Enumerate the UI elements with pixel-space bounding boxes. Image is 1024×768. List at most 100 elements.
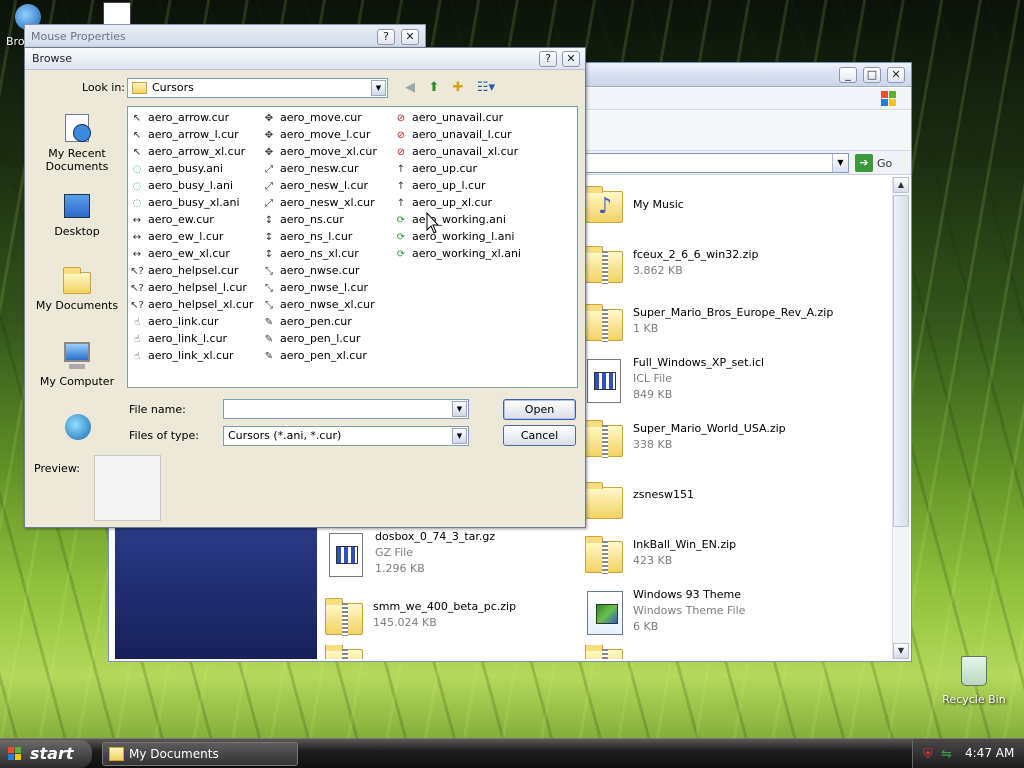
- list-item[interactable]: ↔ aero_ew.cur: [130, 211, 214, 228]
- network-icon[interactable]: ⇋: [941, 747, 952, 762]
- list-item[interactable]: zsnesw151: [583, 477, 863, 537]
- browse-title-bar[interactable]: Browse ? ✕: [25, 48, 585, 70]
- scroll-down-arrow-icon[interactable]: ▼: [893, 643, 909, 659]
- place-my-documents[interactable]: My Documents: [31, 264, 123, 312]
- list-item-partial[interactable]: [323, 645, 369, 659]
- list-item[interactable]: ◌ aero_busy_xl.ani: [130, 194, 240, 211]
- list-item[interactable]: InkBall_Win_EN.zip 423 KB: [583, 531, 863, 591]
- list-item[interactable]: ☝ aero_link_l.cur: [130, 330, 227, 347]
- list-item[interactable]: ↕ aero_ns.cur: [262, 211, 344, 228]
- list-item[interactable]: ⊘ aero_unavail_l.cur: [394, 126, 512, 143]
- list-item[interactable]: ⤡ aero_nwse_l.cur: [262, 279, 368, 296]
- open-button[interactable]: Open: [503, 399, 576, 420]
- desktop-icon-recycle-bin[interactable]: Recycle Bin: [938, 656, 1010, 706]
- list-item[interactable]: ✎ aero_pen_xl.cur: [262, 347, 367, 364]
- list-item[interactable]: ↖? aero_helpsel.cur: [130, 262, 238, 279]
- files-of-type-select[interactable]: Cursors (*.ani, *.cur) ▼: [223, 426, 469, 446]
- list-item[interactable]: My Music: [583, 181, 863, 241]
- list-item[interactable]: ✎ aero_pen.cur: [262, 313, 352, 330]
- file-name-input[interactable]: ▼: [223, 399, 469, 419]
- list-item[interactable]: ↖? aero_helpsel_xl.cur: [130, 296, 253, 313]
- taskbar-item-my-documents[interactable]: My Documents: [102, 742, 298, 766]
- cursor-file-icon: ↖?: [130, 266, 144, 277]
- place-label: My Recent Documents: [45, 147, 109, 173]
- list-item[interactable]: ↑ aero_up_xl.cur: [394, 194, 492, 211]
- file-name: aero_unavail_l.cur: [412, 128, 512, 141]
- list-item[interactable]: ⤢ aero_nesw_l.cur: [262, 177, 368, 194]
- cancel-button[interactable]: Cancel: [503, 425, 576, 446]
- start-button[interactable]: start: [0, 740, 92, 768]
- file-list[interactable]: ↖ aero_arrow.cur ↖ aero_arrow_l.cur ↖ aero_ar…: [127, 106, 578, 388]
- vertical-scrollbar[interactable]: ▲ ▼: [892, 177, 909, 659]
- chevron-down-icon[interactable]: ▼: [371, 80, 386, 96]
- file-name: aero_arrow_l.cur: [148, 128, 239, 141]
- chevron-down-icon[interactable]: ▼: [452, 428, 467, 444]
- place-desktop[interactable]: Desktop: [31, 190, 123, 238]
- list-item[interactable]: ↖ aero_arrow_xl.cur: [130, 143, 245, 160]
- list-item[interactable]: ◌ aero_busy.ani: [130, 160, 223, 177]
- list-item[interactable]: Windows 93 Theme Windows Theme File 6 KB: [583, 587, 863, 647]
- go-arrow-icon: ➔: [855, 154, 873, 172]
- close-button[interactable]: ✕: [887, 67, 905, 83]
- list-item[interactable]: ⤢ aero_nesw.cur: [262, 160, 359, 177]
- list-item[interactable]: ☝ aero_link_xl.cur: [130, 347, 234, 364]
- list-item[interactable]: ☝ aero_link.cur: [130, 313, 219, 330]
- new-folder-icon[interactable]: ✚: [449, 79, 467, 97]
- list-item[interactable]: ↖? aero_helpsel_l.cur: [130, 279, 247, 296]
- list-item[interactable]: ↕ aero_ns_l.cur: [262, 228, 353, 245]
- security-shield-icon[interactable]: ⛨: [923, 747, 933, 762]
- list-item[interactable]: ◌ aero_busy_l.ani: [130, 177, 233, 194]
- list-item[interactable]: ↖ aero_arrow_l.cur: [130, 126, 239, 143]
- help-button[interactable]: ?: [377, 29, 395, 45]
- maximize-button[interactable]: □: [863, 67, 881, 83]
- list-item[interactable]: Full_Windows_XP_set.icl ICL File 849 KB: [583, 355, 863, 415]
- place-my-recent-documents[interactable]: My Recent Documents: [31, 112, 123, 173]
- list-item[interactable]: ⤡ aero_nwse_xl.cur: [262, 296, 375, 313]
- list-item[interactable]: ↔ aero_ew_xl.cur: [130, 245, 230, 262]
- list-item[interactable]: Super_Mario_Bros_Europe_Rev_A.zip 1 KB: [583, 299, 883, 359]
- list-item[interactable]: smm_we_400_beta_pc.zip 145.024 KB: [323, 593, 573, 653]
- browse-dialog: Browse ? ✕ Look in: Cursors ▼ ◀ ⬆ ✚ ☷▾ M…: [24, 47, 586, 528]
- list-item[interactable]: ⟳ aero_working_l.ani: [394, 228, 515, 245]
- cursor-file-icon: ↑: [396, 198, 406, 209]
- scroll-up-arrow-icon[interactable]: ▲: [893, 177, 909, 193]
- list-item[interactable]: ⟳ aero_working_xl.ani: [394, 245, 521, 262]
- list-item[interactable]: dosbox_0_74_3_tar.gz GZ File 1.296 KB: [325, 529, 575, 589]
- list-item[interactable]: ⤡ aero_nwse.cur: [262, 262, 360, 279]
- chevron-down-icon[interactable]: ▼: [452, 401, 467, 417]
- list-item-partial[interactable]: [583, 645, 629, 659]
- list-item[interactable]: ↑ aero_up_l.cur: [394, 177, 486, 194]
- list-item[interactable]: ↖ aero_arrow.cur: [130, 109, 229, 126]
- scroll-thumb[interactable]: [893, 195, 909, 527]
- place-my-network-places[interactable]: [31, 412, 123, 447]
- list-item[interactable]: ⊘ aero_unavail_xl.cur: [394, 143, 518, 160]
- list-item[interactable]: fceux_2_6_6_win32.zip 3.862 KB: [583, 241, 863, 301]
- go-button[interactable]: ➔ Go: [855, 153, 892, 173]
- list-item[interactable]: ✥ aero_move_xl.cur: [262, 143, 377, 160]
- look-in-select[interactable]: Cursors ▼: [127, 78, 388, 98]
- list-item[interactable]: ↕ aero_ns_xl.cur: [262, 245, 359, 262]
- list-item[interactable]: ↑ aero_up.cur: [394, 160, 477, 177]
- address-input[interactable]: ▼: [585, 153, 849, 173]
- up-folder-icon[interactable]: ⬆: [425, 79, 443, 97]
- cursor-file-icon: ✥: [264, 113, 274, 124]
- place-my-computer[interactable]: My Computer: [31, 340, 123, 388]
- list-item[interactable]: ✎ aero_pen_l.cur: [262, 330, 361, 347]
- look-in-value: Cursors: [152, 81, 194, 94]
- view-menu-icon[interactable]: ☷▾: [473, 79, 499, 97]
- list-item[interactable]: ✥ aero_move.cur: [262, 109, 362, 126]
- places-bar: My Recent Documents Desktop My Documents…: [31, 108, 123, 458]
- list-item[interactable]: ✥ aero_move_l.cur: [262, 126, 371, 143]
- minimize-button[interactable]: _: [839, 67, 857, 83]
- back-icon[interactable]: ◀: [401, 79, 419, 97]
- list-item[interactable]: Super_Mario_World_USA.zip 338 KB: [583, 415, 863, 475]
- list-item[interactable]: ⤢ aero_nesw_xl.cur: [262, 194, 375, 211]
- close-button[interactable]: ✕: [562, 51, 580, 67]
- list-item[interactable]: ⊘ aero_unavail.cur: [394, 109, 503, 126]
- chevron-down-icon[interactable]: ▼: [832, 154, 848, 172]
- cursor-file-icon: ⟳: [396, 249, 406, 260]
- help-button[interactable]: ?: [539, 51, 557, 67]
- close-button[interactable]: ✕: [401, 29, 419, 45]
- list-item[interactable]: ↔ aero_ew_l.cur: [130, 228, 224, 245]
- list-item[interactable]: ⟳ aero_working.ani: [394, 211, 506, 228]
